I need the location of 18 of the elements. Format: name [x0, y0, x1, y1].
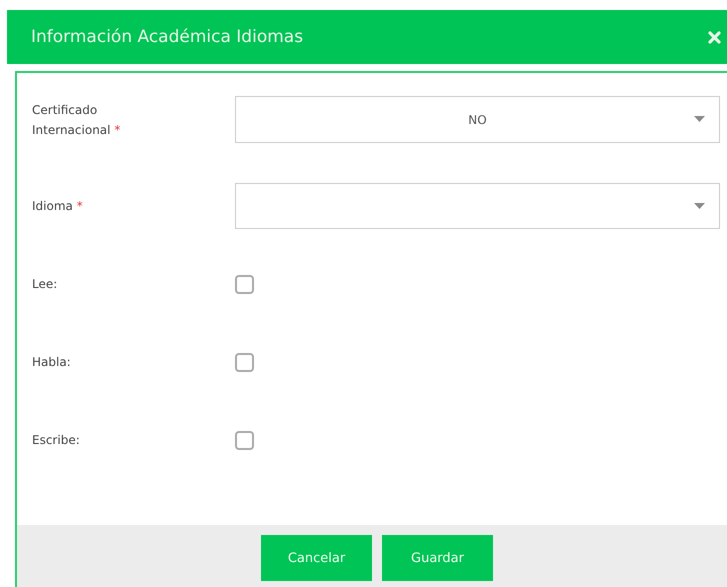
- checkbox[interactable]: [235, 430, 254, 450]
- field-label: Lee:: [32, 277, 58, 291]
- dialog-title: Información Académica Idiomas: [31, 27, 304, 47]
- dropdown-field[interactable]: [235, 183, 720, 229]
- caret-icon: [694, 203, 705, 209]
- checkbox[interactable]: [235, 274, 254, 294]
- caret-icon: [694, 116, 705, 122]
- field-label: Escribe:: [32, 433, 80, 447]
- field-label: Habla:: [32, 355, 71, 369]
- field-label: Certificado Internacional: [32, 102, 110, 136]
- required-mark: *: [114, 122, 120, 136]
- required-mark: *: [76, 199, 83, 213]
- dropdown-field[interactable]: NO: [235, 96, 720, 143]
- close-icon[interactable]: [708, 30, 721, 44]
- checkbox[interactable]: [235, 352, 254, 372]
- dialog-button[interactable]: Cancelar: [261, 535, 372, 581]
- dialog-button[interactable]: Guardar: [382, 535, 493, 581]
- field-label: Idioma: [32, 199, 73, 213]
